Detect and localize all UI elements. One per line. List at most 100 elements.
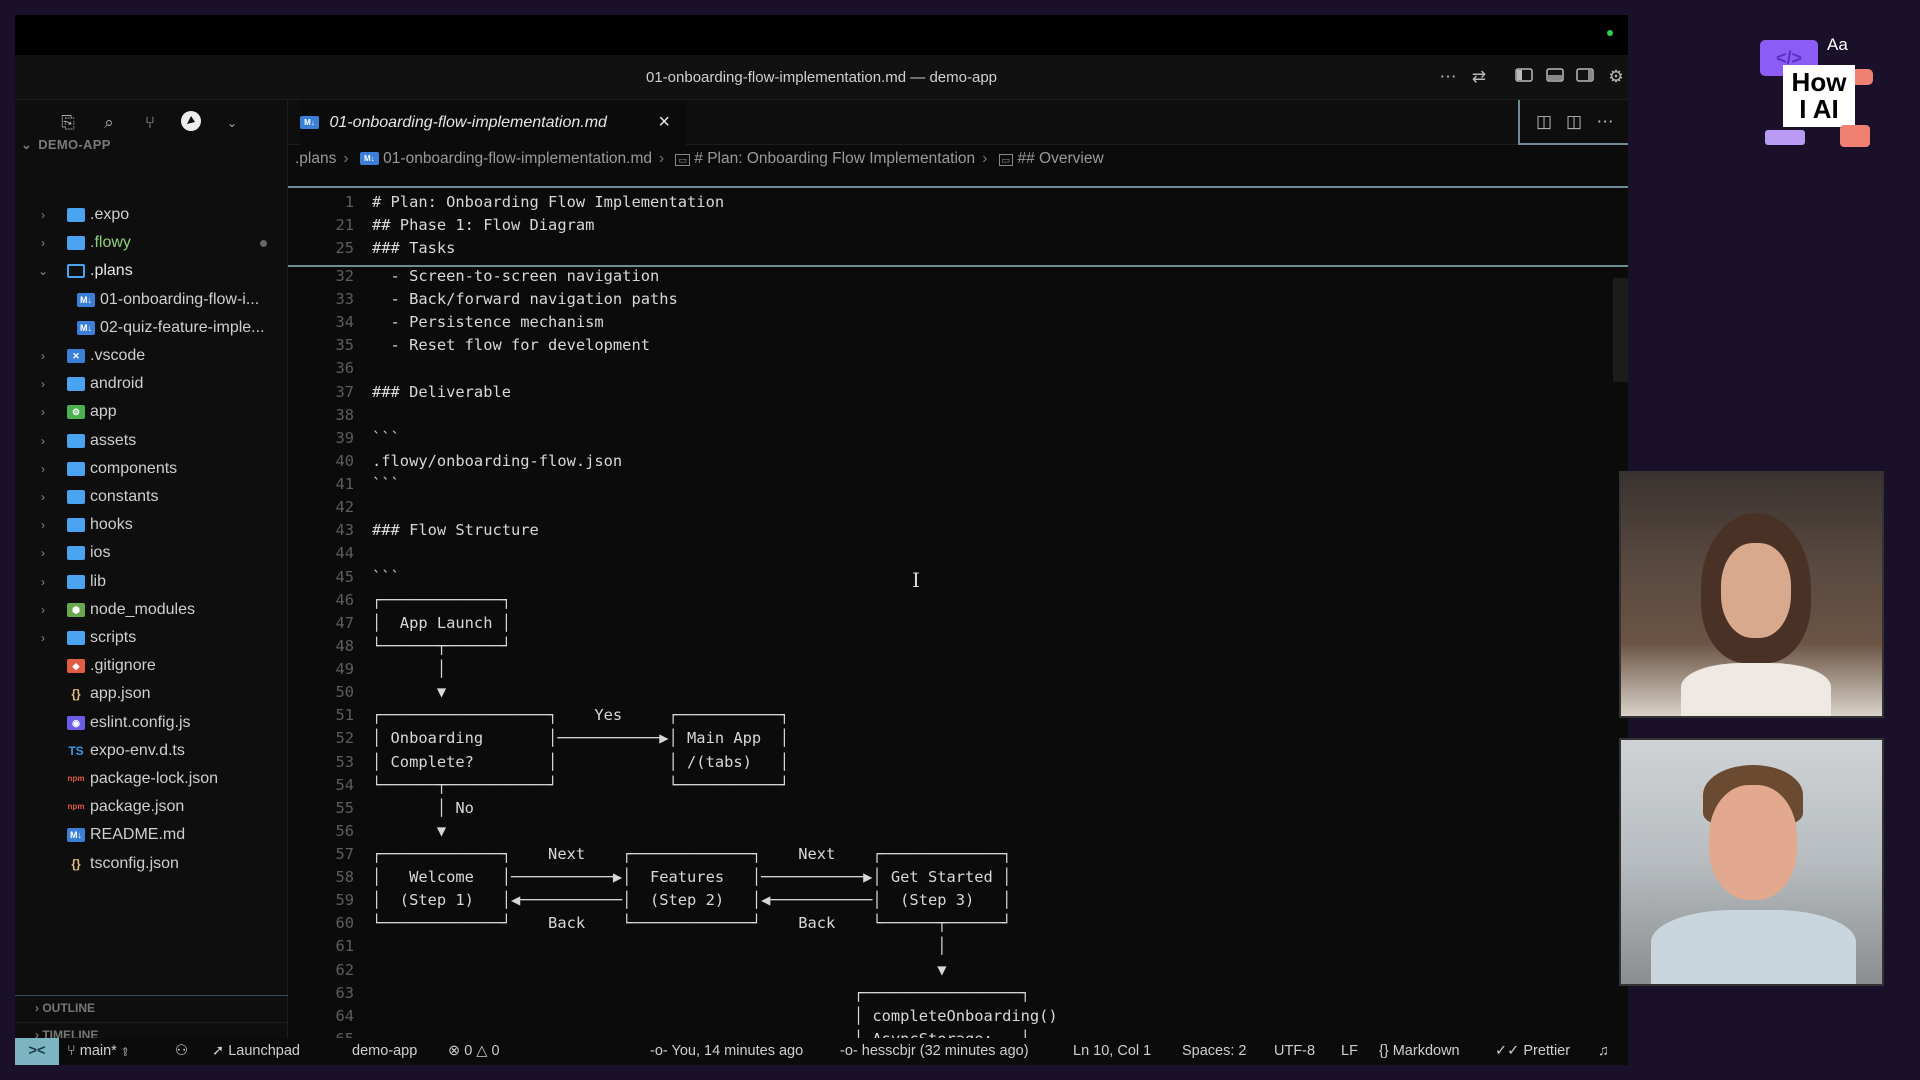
indentation[interactable]: Spaces: 2 bbox=[1182, 1038, 1247, 1065]
tree-item[interactable]: › android bbox=[15, 370, 287, 398]
cursor-position[interactable]: Ln 10, Col 1 bbox=[1073, 1038, 1151, 1065]
launchpad-item[interactable]: ➚ Launchpad bbox=[212, 1038, 300, 1065]
tab-bar: M↓ 01-onboarding-flow-implementation.md … bbox=[288, 100, 1628, 145]
tree-item[interactable]: M↓ README.md bbox=[15, 821, 287, 849]
encoding[interactable]: UTF-8 bbox=[1274, 1038, 1315, 1065]
tree-item-label: 01-onboarding-flow-i... bbox=[100, 290, 260, 308]
line-number: 63 bbox=[335, 983, 354, 1002]
breadcrumb-folder[interactable]: .plans bbox=[295, 150, 336, 167]
tree-item[interactable]: {} app.json bbox=[15, 680, 287, 708]
line-text: │ Complete? │ │ /(tabs) │ bbox=[372, 752, 789, 771]
breadcrumb-file[interactable]: 01-onboarding-flow-implementation.md bbox=[383, 150, 652, 167]
line-number: 45 bbox=[335, 567, 354, 586]
editor[interactable]: 1 # Plan: Onboarding Flow Implementation 2… bbox=[288, 186, 1628, 1038]
git-graph-icon[interactable]: ⚇ bbox=[175, 1038, 188, 1065]
tree-item[interactable]: ◉ eslint.config.js bbox=[15, 709, 287, 737]
eslint-icon: ◉ bbox=[67, 715, 85, 730]
tree-item[interactable]: TS expo-env.d.ts bbox=[15, 737, 287, 765]
json-icon: {} bbox=[71, 687, 81, 702]
tree-item[interactable]: › .flowy bbox=[15, 229, 287, 257]
source-control-icon[interactable]: ⑂ bbox=[137, 110, 163, 136]
extension-rabbit-icon[interactable] bbox=[178, 110, 204, 136]
tab-onboarding-plan[interactable]: M↓ 01-onboarding-flow-implementation.md … bbox=[300, 100, 686, 145]
tree-item[interactable]: › ⚙ app bbox=[15, 398, 287, 426]
tree-item[interactable]: › constants bbox=[15, 483, 287, 511]
line-number: 47 bbox=[335, 613, 354, 632]
markdown-file-icon: M↓ bbox=[300, 116, 319, 130]
blame-you[interactable]: -o- You, 14 minutes ago bbox=[650, 1038, 803, 1065]
tree-item[interactable]: › .expo bbox=[15, 201, 287, 229]
line-number: 46 bbox=[335, 590, 354, 609]
tree-item[interactable]: › ✕ .vscode bbox=[15, 342, 287, 370]
code-line: 47 │ App Launch │ bbox=[288, 612, 1608, 635]
branch-item[interactable]: ⑂ main* ⇪ bbox=[67, 1038, 130, 1065]
blame-other[interactable]: -o- hesscbjr (32 minutes ago) bbox=[840, 1038, 1029, 1065]
breadcrumb-heading-1[interactable]: # Plan: Onboarding Flow Implementation bbox=[694, 150, 975, 167]
folder-icon bbox=[67, 236, 85, 251]
tree-item[interactable]: npm package-lock.json bbox=[15, 765, 287, 793]
code-line: 48 └──────┬──────┘ bbox=[288, 635, 1608, 658]
prettier-item[interactable]: ✓✓ Prettier bbox=[1495, 1038, 1570, 1065]
tree-item[interactable]: ◆ .gitignore bbox=[15, 652, 287, 680]
tree-item[interactable]: › hooks bbox=[15, 511, 287, 539]
tree-item[interactable]: › components bbox=[15, 455, 287, 483]
breadcrumb-heading-2[interactable]: ## Overview bbox=[1018, 150, 1104, 167]
logo-aa: Aa bbox=[1827, 35, 1848, 54]
tree-item-label: lib bbox=[90, 572, 107, 590]
tree-item[interactable]: › scripts bbox=[15, 624, 287, 652]
open-preview-icon[interactable]: ◫ bbox=[1532, 110, 1556, 134]
error-count: 0 bbox=[464, 1043, 473, 1059]
toggle-secondary-sidebar-icon[interactable] bbox=[1573, 65, 1597, 89]
tree-item[interactable]: › lib bbox=[15, 568, 287, 596]
split-editor-icon[interactable]: ◫ bbox=[1562, 110, 1586, 134]
chevron-down-icon[interactable]: ⌄ bbox=[219, 110, 245, 136]
root-label: DEMO-APP bbox=[38, 137, 111, 152]
code-line: 38 bbox=[288, 404, 1608, 427]
project-name[interactable]: demo-app bbox=[352, 1038, 417, 1065]
line-number: 37 bbox=[335, 382, 354, 401]
sticky-scroll-header[interactable]: 1 # Plan: Onboarding Flow Implementation 2… bbox=[288, 186, 1628, 267]
tree-item[interactable]: npm package.json bbox=[15, 793, 287, 821]
chevron-right-icon: › bbox=[41, 349, 45, 363]
explorer-root-header[interactable]: ⌄ DEMO-APP bbox=[21, 137, 111, 153]
more-actions-icon[interactable]: ⋯ bbox=[1593, 110, 1617, 134]
code-line: 46 ┌─────────────┐ bbox=[288, 589, 1608, 612]
outline-section[interactable]: › OUTLINE bbox=[15, 995, 288, 1019]
toggle-primary-sidebar-icon[interactable] bbox=[1512, 65, 1536, 89]
editor-actions: ◫ ◫ ⋯ bbox=[1518, 100, 1628, 145]
line-number: 25 bbox=[335, 239, 354, 258]
language-mode[interactable]: {} Markdown bbox=[1379, 1038, 1460, 1065]
chevron-right-icon: › bbox=[658, 150, 665, 167]
tree-item[interactable]: ⌄ .plans bbox=[15, 257, 287, 285]
code-line: 36 bbox=[288, 357, 1608, 380]
line-ending[interactable]: LF bbox=[1341, 1038, 1358, 1065]
webcam-participant-2 bbox=[1619, 738, 1884, 986]
search-icon[interactable]: ⌕ bbox=[96, 110, 122, 136]
close-icon[interactable]: × bbox=[658, 100, 670, 145]
text-cursor-icon: I bbox=[912, 568, 920, 592]
folder-icon bbox=[67, 518, 85, 533]
tree-item[interactable]: › ios bbox=[15, 539, 287, 567]
tree-item[interactable]: › assets bbox=[15, 427, 287, 455]
tree-item[interactable]: › ⬢ node_modules bbox=[15, 596, 287, 624]
line-number: 42 bbox=[335, 498, 354, 517]
vertical-scrollbar[interactable] bbox=[1613, 278, 1628, 382]
line-text: ### Deliverable bbox=[372, 382, 511, 401]
remote-button[interactable]: >< bbox=[15, 1038, 59, 1065]
chevron-right-icon: › bbox=[41, 631, 45, 645]
more-icon[interactable]: ⋯ bbox=[1436, 65, 1460, 89]
tree-item[interactable]: M↓ 02-quiz-feature-imple... bbox=[15, 314, 287, 342]
line-number: 34 bbox=[335, 313, 354, 332]
line-number: 54 bbox=[335, 775, 354, 794]
toggle-panel-icon[interactable] bbox=[1543, 65, 1567, 89]
branch-label: main* bbox=[79, 1043, 117, 1059]
chevron-right-icon: › bbox=[41, 433, 45, 448]
settings-gear-icon[interactable]: ⚙ bbox=[1604, 65, 1628, 89]
notifications-bell-icon[interactable]: ♫ bbox=[1598, 1038, 1609, 1065]
tree-item[interactable]: M↓ 01-onboarding-flow-i... bbox=[15, 286, 287, 314]
sync-arrows-icon[interactable]: ⇄ bbox=[1467, 65, 1491, 89]
explorer-files-icon[interactable]: ⎘ bbox=[55, 110, 81, 136]
tree-item[interactable]: {} tsconfig.json bbox=[15, 850, 287, 878]
problems-item[interactable]: ⊗ 0 △ 0 bbox=[448, 1038, 500, 1065]
line-number: 44 bbox=[335, 544, 354, 563]
